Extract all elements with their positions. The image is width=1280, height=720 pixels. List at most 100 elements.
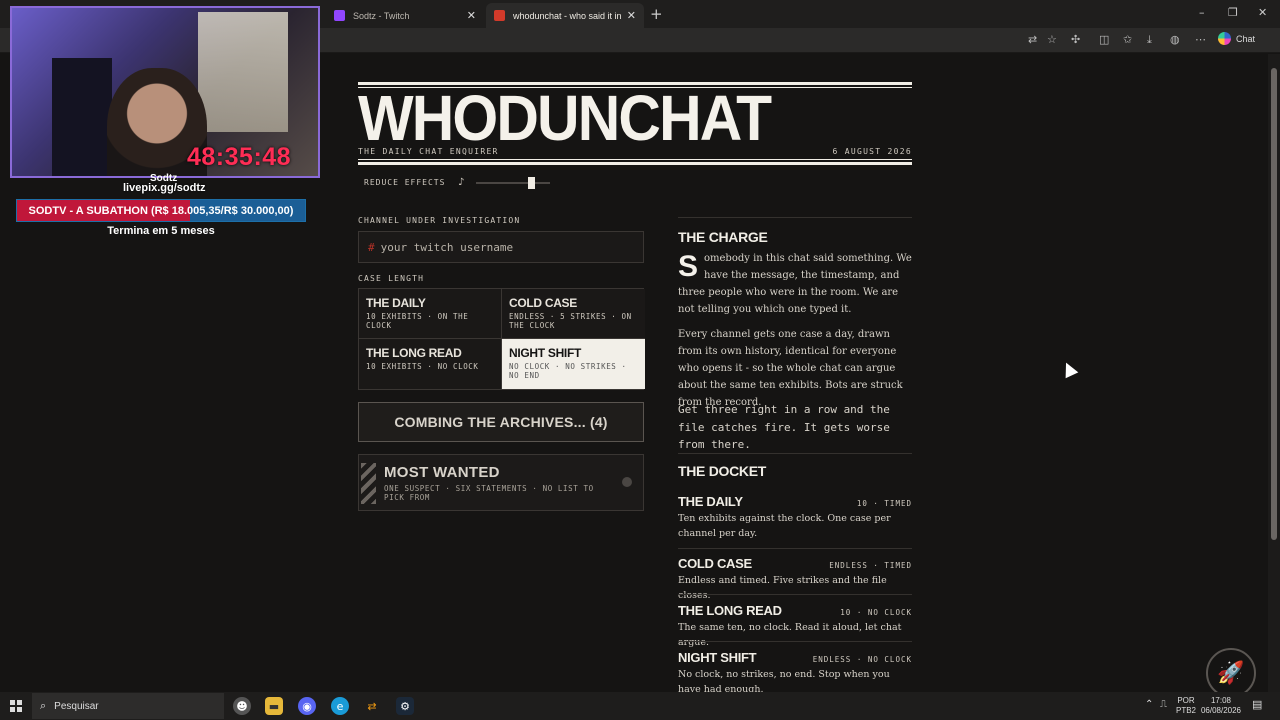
most-wanted-subtitle: ONE SUSPECT · SIX STATEMENTS · NO LIST T… (384, 484, 594, 502)
docket-top-rule (678, 453, 912, 454)
tab-title: Sodtz - Twitch (353, 10, 410, 21)
subathon-goal-bar: SODTV - A SUBATHON (R$ 18.005,35/R$ 30.0… (16, 199, 306, 222)
profile-icon[interactable]: ◍ (1170, 33, 1180, 46)
docket-item-desc: Endless and timed. Five strikes and the … (678, 575, 887, 601)
download-icon[interactable]: ⤓ (1147, 33, 1152, 47)
masthead-title: WHODUNCHAT (358, 82, 772, 154)
close-window-button[interactable]: ✕ (1258, 6, 1267, 19)
minimize-button[interactable]: – (1199, 6, 1205, 19)
goal-text: SODTV - A SUBATHON (R$ 18.005,35/R$ 30.0… (28, 204, 294, 217)
copilot-chat-button[interactable]: Chat (1218, 32, 1255, 45)
tab-whodunchat[interactable]: whodunchat - who said it in your c ✕ (486, 3, 644, 28)
steam-icon[interactable]: ⚙ (396, 697, 414, 715)
search-placeholder: Pesquisar (54, 700, 99, 712)
language-code: POR (1177, 696, 1195, 705)
effects-slider-knob[interactable] (528, 177, 535, 189)
mode-cold-case[interactable]: COLD CASE ENDLESS · 5 STRIKES · ON THE C… (502, 289, 645, 339)
mode-subtitle: 10 EXHIBITS · NO CLOCK (366, 362, 479, 371)
docket-item-meta: 10 · NO CLOCK (840, 608, 912, 617)
docket-item-desc: The same ten, no clock. Read it aloud, l… (678, 622, 902, 648)
charge-top-rule (678, 217, 912, 218)
web-page: WHODUNCHAT THE DAILY CHAT ENQUIRER 6 AUG… (322, 54, 1268, 692)
mode-subtitle: ENDLESS · 5 STRIKES · ON THE CLOCK (509, 312, 632, 330)
rocket-watermark-icon: 🚀 (1206, 648, 1256, 698)
page-scrollbar[interactable] (1268, 54, 1280, 692)
donation-link: livepix.gg/sodtz (123, 182, 206, 194)
channel-label: CHANNEL UNDER INVESTIGATION (358, 216, 521, 225)
clock[interactable]: 17:08 06/08/2026 (1200, 696, 1242, 716)
reduce-effects-label: REDUCE EFFECTS (364, 178, 446, 187)
discord-icon[interactable]: ◉ (298, 697, 316, 715)
notifications-icon[interactable]: ▤ (1252, 700, 1262, 711)
status-dot-icon (622, 477, 632, 487)
docket-item-meta: ENDLESS · TIMED (829, 561, 912, 570)
docket-item-cold-case: COLD CASE ENDLESS · TIMED Endless and ti… (678, 556, 912, 603)
tray-chevron-icon[interactable]: ⌃ (1145, 700, 1153, 710)
effects-slider[interactable] (476, 177, 550, 189)
docket-item-name: THE DAILY (678, 494, 743, 509)
docket-item-desc: No clock, no strikes, no end. Stop when … (678, 669, 890, 692)
close-tab-icon[interactable]: ✕ (627, 9, 636, 22)
twitch-favicon-icon (334, 10, 345, 21)
docket-item-name: NIGHT SHIFT (678, 650, 757, 665)
taskbar-search[interactable]: ⌕ Pesquisar (32, 693, 224, 719)
docket-item-meta: 10 · TIMED (856, 499, 912, 508)
mode-the-daily[interactable]: THE DAILY 10 EXHIBITS · ON THE CLOCK (359, 289, 502, 339)
docket-divider (678, 594, 912, 595)
masthead-bottom-rule (358, 162, 912, 165)
charge-paragraph-2: Every channel gets one case a day, drawn… (678, 329, 903, 408)
mode-night-shift[interactable]: NIGHT SHIFT NO CLOCK · NO STRIKES · NO E… (502, 339, 645, 389)
mode-subtitle: NO CLOCK · NO STRIKES · NO END (509, 362, 627, 380)
docket-item-the-long-read: THE LONG READ 10 · NO CLOCK The same ten… (678, 603, 912, 650)
translate-icon[interactable]: ⇄ (1028, 33, 1037, 46)
keyboard-layout: PTB2 (1175, 706, 1196, 715)
edge-icon[interactable]: e (331, 697, 349, 715)
app-icon-face[interactable]: ☻ (233, 697, 251, 715)
copilot-icon (1218, 32, 1231, 45)
mode-subtitle: 10 EXHIBITS · ON THE CLOCK (366, 312, 469, 330)
issue-date: 6 AUGUST 2026 (832, 147, 912, 156)
close-tab-icon[interactable]: ✕ (467, 9, 476, 22)
mode-the-long-read[interactable]: THE LONG READ 10 EXHIBITS · NO CLOCK (359, 339, 502, 389)
masthead-bottom-rule-thin (358, 159, 912, 160)
start-case-button[interactable]: COMBING THE ARCHIVES... (4) (358, 402, 644, 442)
mode-title: NIGHT SHIFT (509, 346, 582, 360)
chat-label: Chat (1236, 33, 1256, 44)
maximize-button[interactable]: ❐ (1228, 6, 1238, 19)
webcam-chair (52, 58, 112, 176)
subathon-timer: 48:35:48 (187, 143, 292, 171)
most-wanted-title: MOST WANTED (384, 464, 500, 481)
webcam-background-shelf (198, 12, 288, 132)
docket-item-desc: Ten exhibits against the clock. One case… (678, 513, 891, 539)
new-tab-button[interactable]: + (650, 5, 663, 23)
charge-text-1: omebody in this chat said something. We … (678, 253, 912, 315)
more-icon[interactable]: ⋯ (1195, 33, 1206, 46)
favorites-icon[interactable]: ✩ (1123, 33, 1132, 46)
clock-date: 06/08/2026 (1200, 706, 1242, 715)
mode-title: COLD CASE (509, 296, 577, 310)
charge-paragraph-3: Get three right in a row and the file ca… (678, 403, 890, 451)
scrollbar-thumb[interactable] (1271, 68, 1277, 540)
network-icon[interactable]: ⎍ (1160, 700, 1167, 710)
app-icon-arrows[interactable]: ⇄ (363, 697, 381, 715)
case-length-label: CASE LENGTH (358, 274, 425, 283)
hash-icon: # (368, 240, 375, 254)
mode-title: THE DAILY (366, 296, 426, 310)
favorite-star-icon[interactable]: ☆ (1047, 33, 1057, 46)
extensions-icon[interactable]: ✣ (1071, 33, 1080, 46)
windows-start-icon[interactable] (10, 700, 22, 712)
music-note-icon: ♪ (458, 177, 465, 188)
docket-heading: THE DOCKET (678, 463, 767, 479)
username-input[interactable]: # your twitch username (358, 231, 644, 263)
username-placeholder: your twitch username (380, 240, 514, 254)
most-wanted-mode[interactable]: MOST WANTED ONE SUSPECT · SIX STATEMENTS… (358, 454, 644, 511)
whodunchat-favicon-icon (494, 10, 505, 21)
split-screen-icon[interactable]: ◫ (1099, 33, 1109, 46)
docket-item-name: THE LONG READ (678, 603, 782, 618)
language-indicator[interactable]: POR PTB2 (1174, 696, 1198, 716)
docket-divider (678, 641, 912, 642)
clock-time: 17:08 (1210, 696, 1232, 705)
file-explorer-icon[interactable]: ▬ (265, 697, 283, 715)
tab-twitch[interactable]: Sodtz - Twitch ✕ (326, 3, 484, 28)
docket-item-meta: ENDLESS · NO CLOCK (812, 655, 912, 664)
